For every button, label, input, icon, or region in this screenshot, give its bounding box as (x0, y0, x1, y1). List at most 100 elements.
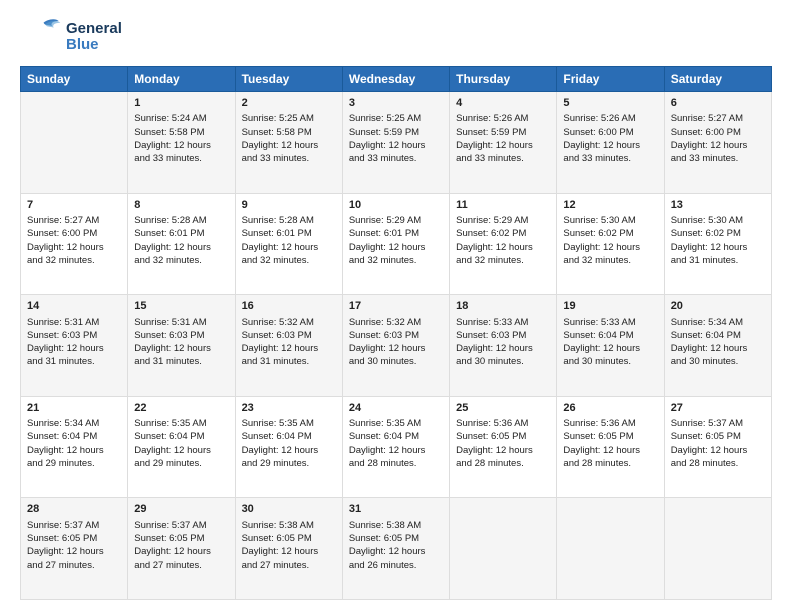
cell-line: Daylight: 12 hours (456, 342, 550, 355)
cell-line: Sunset: 6:04 PM (349, 430, 443, 443)
cell-line: Sunrise: 5:28 AM (134, 214, 228, 227)
calendar-cell: 23Sunrise: 5:35 AMSunset: 6:04 PMDayligh… (235, 396, 342, 498)
day-number: 20 (671, 299, 765, 314)
cell-line: Sunrise: 5:25 AM (242, 112, 336, 125)
calendar-cell: 16Sunrise: 5:32 AMSunset: 6:03 PMDayligh… (235, 295, 342, 397)
calendar-cell: 13Sunrise: 5:30 AMSunset: 6:02 PMDayligh… (664, 193, 771, 295)
calendar-cell: 25Sunrise: 5:36 AMSunset: 6:05 PMDayligh… (450, 396, 557, 498)
cell-line: and 31 minutes. (27, 355, 121, 368)
cell-line: Sunset: 6:03 PM (349, 329, 443, 342)
day-number: 23 (242, 401, 336, 416)
cell-line: Sunrise: 5:31 AM (134, 316, 228, 329)
calendar-cell: 4Sunrise: 5:26 AMSunset: 5:59 PMDaylight… (450, 92, 557, 194)
calendar-cell: 19Sunrise: 5:33 AMSunset: 6:04 PMDayligh… (557, 295, 664, 397)
day-number: 27 (671, 401, 765, 416)
day-number: 29 (134, 502, 228, 517)
cell-line: Daylight: 12 hours (563, 241, 657, 254)
day-number: 12 (563, 198, 657, 213)
cell-line: Daylight: 12 hours (27, 545, 121, 558)
calendar-cell: 18Sunrise: 5:33 AMSunset: 6:03 PMDayligh… (450, 295, 557, 397)
cell-line: Sunrise: 5:38 AM (242, 519, 336, 532)
cell-line: and 32 minutes. (242, 254, 336, 267)
day-number: 8 (134, 198, 228, 213)
cell-line: Sunset: 6:04 PM (563, 329, 657, 342)
calendar-table: SundayMondayTuesdayWednesdayThursdayFrid… (20, 66, 772, 600)
cell-line: Sunset: 6:05 PM (134, 532, 228, 545)
logo-blue: Blue (66, 37, 122, 54)
cell-line: and 30 minutes. (456, 355, 550, 368)
cell-line: and 28 minutes. (671, 457, 765, 470)
logo: General Blue (20, 16, 122, 58)
cell-line: Sunset: 6:03 PM (242, 329, 336, 342)
cell-line: Sunset: 5:58 PM (134, 126, 228, 139)
cell-line: Daylight: 12 hours (456, 444, 550, 457)
calendar-cell: 28Sunrise: 5:37 AMSunset: 6:05 PMDayligh… (21, 498, 128, 600)
cell-line: Sunset: 6:05 PM (242, 532, 336, 545)
col-header-monday: Monday (128, 67, 235, 92)
calendar-cell: 10Sunrise: 5:29 AMSunset: 6:01 PMDayligh… (342, 193, 449, 295)
calendar-cell: 21Sunrise: 5:34 AMSunset: 6:04 PMDayligh… (21, 396, 128, 498)
calendar-cell: 12Sunrise: 5:30 AMSunset: 6:02 PMDayligh… (557, 193, 664, 295)
calendar-cell: 29 Sunrise: 5:37 AMSunset: 6:05 PMDayligh… (128, 498, 235, 600)
cell-line: Sunset: 6:02 PM (671, 227, 765, 240)
week-row-5: 28Sunrise: 5:37 AMSunset: 6:05 PMDayligh… (21, 498, 772, 600)
cell-line: Sunrise: 5:28 AM (242, 214, 336, 227)
cell-line: and 29 minutes. (242, 457, 336, 470)
calendar-cell: 6Sunrise: 5:27 AMSunset: 6:00 PMDaylight… (664, 92, 771, 194)
cell-line: and 33 minutes. (242, 152, 336, 165)
calendar-cell: 31Sunrise: 5:38 AMSunset: 6:05 PMDayligh… (342, 498, 449, 600)
cell-line: Sunrise: 5:33 AM (563, 316, 657, 329)
cell-line: Sunset: 6:05 PM (563, 430, 657, 443)
cell-line: Daylight: 12 hours (349, 139, 443, 152)
cell-line: Sunset: 6:05 PM (349, 532, 443, 545)
cell-line: Sunrise: 5:33 AM (456, 316, 550, 329)
cell-line: and 32 minutes. (134, 254, 228, 267)
cell-line: Sunset: 6:04 PM (671, 329, 765, 342)
calendar-cell: 24Sunrise: 5:35 AMSunset: 6:04 PMDayligh… (342, 396, 449, 498)
day-number: 22 (134, 401, 228, 416)
calendar-cell: 1Sunrise: 5:24 AMSunset: 5:58 PMDaylight… (128, 92, 235, 194)
cell-line: Sunset: 6:05 PM (456, 430, 550, 443)
cell-line: Daylight: 12 hours (349, 545, 443, 558)
cell-line: and 27 minutes. (27, 559, 121, 572)
week-row-4: 21Sunrise: 5:34 AMSunset: 6:04 PMDayligh… (21, 396, 772, 498)
calendar-cell: 11Sunrise: 5:29 AMSunset: 6:02 PMDayligh… (450, 193, 557, 295)
day-number: 7 (27, 198, 121, 213)
cell-line: Sunrise: 5:35 AM (242, 417, 336, 430)
calendar-cell: 14Sunrise: 5:31 AMSunset: 6:03 PMDayligh… (21, 295, 128, 397)
day-number: 26 (563, 401, 657, 416)
cell-line: Daylight: 12 hours (349, 342, 443, 355)
day-number: 11 (456, 198, 550, 213)
cell-line: Sunset: 6:01 PM (134, 227, 228, 240)
day-number: 24 (349, 401, 443, 416)
cell-line: Daylight: 12 hours (563, 444, 657, 457)
col-header-friday: Friday (557, 67, 664, 92)
cell-line: Sunrise: 5:37 AM (134, 519, 228, 532)
week-row-1: 1Sunrise: 5:24 AMSunset: 5:58 PMDaylight… (21, 92, 772, 194)
cell-line: Daylight: 12 hours (671, 444, 765, 457)
cell-line: Sunset: 5:58 PM (242, 126, 336, 139)
cell-line: Sunset: 6:03 PM (27, 329, 121, 342)
cell-line: and 30 minutes. (349, 355, 443, 368)
cell-line: Sunrise: 5:27 AM (671, 112, 765, 125)
calendar-cell: 5Sunrise: 5:26 AMSunset: 6:00 PMDaylight… (557, 92, 664, 194)
cell-line: Daylight: 12 hours (242, 444, 336, 457)
cell-line: Daylight: 12 hours (242, 342, 336, 355)
col-header-tuesday: Tuesday (235, 67, 342, 92)
cell-line: Sunrise: 5:34 AM (671, 316, 765, 329)
cell-line: Daylight: 12 hours (242, 139, 336, 152)
cell-line: Sunset: 6:02 PM (563, 227, 657, 240)
cell-line: Daylight: 12 hours (134, 545, 228, 558)
cell-line: Daylight: 12 hours (671, 139, 765, 152)
day-number: 4 (456, 96, 550, 111)
cell-line: Sunrise: 5:37 AM (27, 519, 121, 532)
cell-line: Daylight: 12 hours (27, 444, 121, 457)
day-number: 28 (27, 502, 121, 517)
day-number: 6 (671, 96, 765, 111)
day-number: 15 (134, 299, 228, 314)
calendar-cell: 8Sunrise: 5:28 AMSunset: 6:01 PMDaylight… (128, 193, 235, 295)
cell-line: Sunset: 6:02 PM (456, 227, 550, 240)
logo-bird-icon (20, 16, 62, 58)
day-number: 2 (242, 96, 336, 111)
cell-line: Sunrise: 5:27 AM (27, 214, 121, 227)
